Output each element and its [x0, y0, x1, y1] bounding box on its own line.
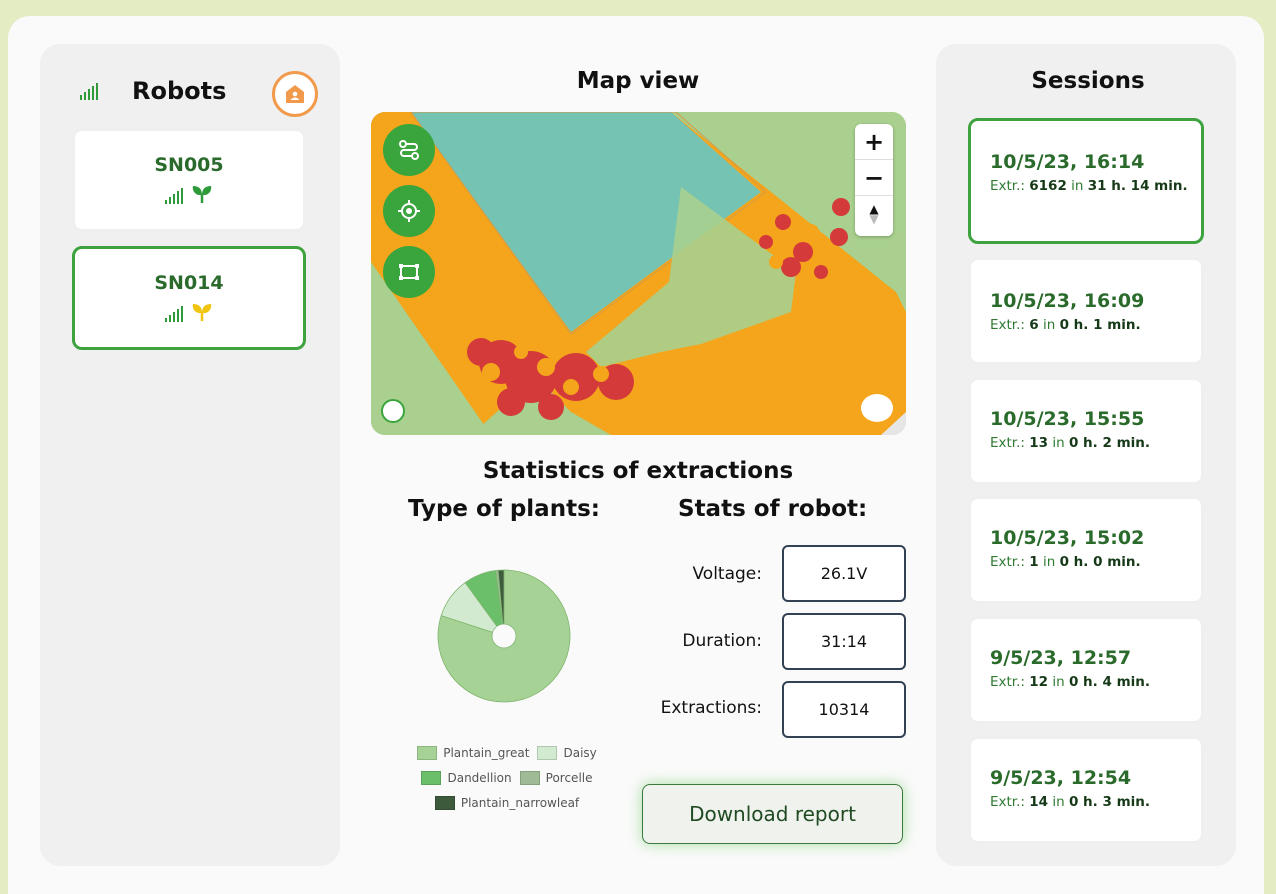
session-extractions: Extr.: 14 in 0 h. 3 min. [990, 794, 1151, 810]
voltage-label: Voltage: [692, 564, 763, 584]
sprout-icon [192, 186, 212, 203]
robots-header: Robots [80, 77, 226, 105]
sessions-title: Sessions [1031, 68, 1145, 94]
map-view[interactable]: + − ▲ ▼ [371, 112, 906, 435]
session-date: 10/5/23, 15:02 [990, 527, 1145, 549]
legend-item: Daisy [537, 746, 597, 760]
session-card[interactable]: 9/5/23, 12:54 Extr.: 14 in 0 h. 3 min. [968, 736, 1204, 844]
pie-legend: Plantain_great Daisy Dandellion Porcelle… [392, 746, 622, 821]
map-logo-icon[interactable] [381, 399, 405, 423]
stats-title: Statistics of extractions [482, 458, 794, 484]
pie-center-hole [491, 623, 517, 649]
session-extractions: Extr.: 13 in 0 h. 2 min. [990, 435, 1151, 451]
duration-value: 31:14 [782, 613, 906, 670]
session-date: 10/5/23, 15:55 [990, 408, 1145, 430]
extractions-label: Extractions: [660, 698, 762, 718]
signal-icon [80, 82, 98, 100]
robot-stats-title: Stats of robot: [678, 496, 868, 522]
duration-label: Duration: [682, 631, 762, 651]
session-card[interactable]: 10/5/23, 15:02 Extr.: 1 in 0 h. 0 min. [968, 496, 1204, 604]
locate-button[interactable] [383, 185, 435, 237]
robot-name: SN005 [154, 154, 224, 176]
route-tool-button[interactable] [383, 124, 435, 176]
home-button[interactable] [272, 71, 318, 117]
extractions-value: 10314 [782, 681, 906, 738]
selection-area-icon [399, 264, 419, 280]
zoom-out-button[interactable]: − [855, 160, 893, 196]
session-card[interactable]: 9/5/23, 12:57 Extr.: 12 in 0 h. 4 min. [968, 616, 1204, 724]
legend-item: Plantain_narrowleaf [434, 796, 579, 810]
route-icon [399, 140, 419, 160]
session-extractions: Extr.: 1 in 0 h. 0 min. [990, 554, 1141, 570]
area-tool-button[interactable] [383, 246, 435, 298]
session-date: 9/5/23, 12:54 [990, 767, 1132, 789]
session-card[interactable]: 10/5/23, 16:14 Extr.: 6162 in 31 h. 14 m… [968, 118, 1204, 244]
session-extractions: Extr.: 6162 in 31 h. 14 min. [990, 178, 1188, 194]
robots-panel: Robots SN005 SN014 [40, 44, 340, 866]
home-icon [286, 85, 304, 103]
zoom-controls: + − ▲ ▼ [855, 124, 893, 236]
signal-icon [165, 306, 183, 322]
robots-title: Robots [132, 77, 227, 105]
compass-icon: ▲ ▼ [869, 202, 879, 226]
session-extractions: Extr.: 6 in 0 h. 1 min. [990, 317, 1141, 333]
download-report-button[interactable]: Download report [642, 784, 903, 844]
robot-card-sn005[interactable]: SN005 [72, 128, 306, 232]
app-window: Robots SN005 SN014 Map view + − ▲ ▼ Stat… [8, 16, 1264, 894]
legend-item: Porcelle [519, 771, 593, 785]
sprout-icon [192, 304, 212, 321]
map-attribution-button[interactable] [861, 394, 893, 422]
signal-icon [165, 188, 183, 204]
session-date: 9/5/23, 12:57 [990, 647, 1132, 669]
robot-card-sn014[interactable]: SN014 [72, 246, 306, 350]
compass-button[interactable]: ▲ ▼ [855, 196, 893, 232]
map-title: Map view [576, 68, 700, 94]
session-date: 10/5/23, 16:09 [990, 290, 1145, 312]
robot-name: SN014 [154, 272, 224, 294]
crosshair-icon [398, 200, 420, 222]
session-card[interactable]: 10/5/23, 15:55 Extr.: 13 in 0 h. 2 min. [968, 377, 1204, 485]
session-card[interactable]: 10/5/23, 16:09 Extr.: 6 in 0 h. 1 min. [968, 257, 1204, 365]
plants-pie-chart [437, 569, 571, 703]
plants-title: Type of plants: [408, 496, 600, 522]
session-date: 10/5/23, 16:14 [990, 151, 1145, 173]
legend-item: Plantain_great [417, 746, 529, 760]
voltage-value: 26.1V [782, 545, 906, 602]
session-extractions: Extr.: 12 in 0 h. 4 min. [990, 674, 1151, 690]
zoom-in-button[interactable]: + [855, 124, 893, 160]
legend-item: Dandellion [421, 771, 512, 785]
map-canvas [371, 112, 906, 435]
